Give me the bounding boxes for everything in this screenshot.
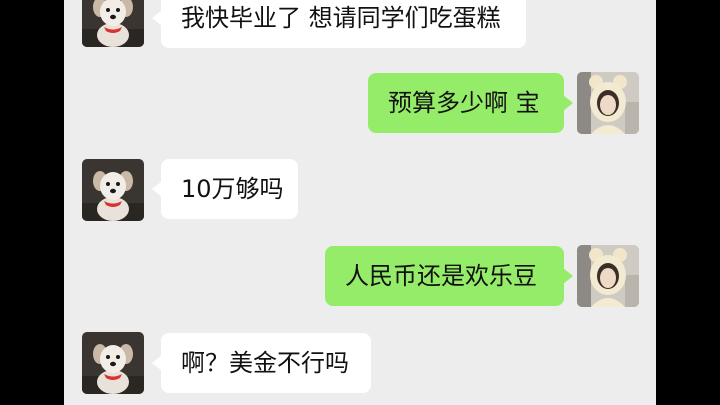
girl-bear-hood-avatar-icon	[577, 245, 639, 307]
self-avatar[interactable]	[577, 72, 639, 134]
white-puppy-avatar-icon	[82, 159, 144, 221]
message-bubble-incoming[interactable]: 10万够吗	[152, 159, 298, 219]
message-bubble-incoming[interactable]: 啊？美金不行吗	[152, 333, 371, 393]
white-puppy-avatar-icon	[82, 332, 144, 394]
friend-avatar[interactable]	[82, 0, 144, 47]
girl-bear-hood-avatar-icon	[577, 72, 639, 134]
message-bubble-outgoing[interactable]: 预算多少啊 宝	[368, 73, 573, 133]
chat-window: 我快毕业了 想请同学们吃蛋糕 预算多少啊 宝 10万够吗 人民币还是欢乐豆 啊？…	[64, 0, 656, 405]
friend-avatar[interactable]	[82, 159, 144, 221]
white-puppy-avatar-icon	[82, 0, 144, 47]
message-bubble-incoming[interactable]: 我快毕业了 想请同学们吃蛋糕	[152, 0, 526, 48]
friend-avatar[interactable]	[82, 332, 144, 394]
message-bubble-outgoing[interactable]: 人民币还是欢乐豆	[325, 246, 573, 306]
self-avatar[interactable]	[577, 245, 639, 307]
